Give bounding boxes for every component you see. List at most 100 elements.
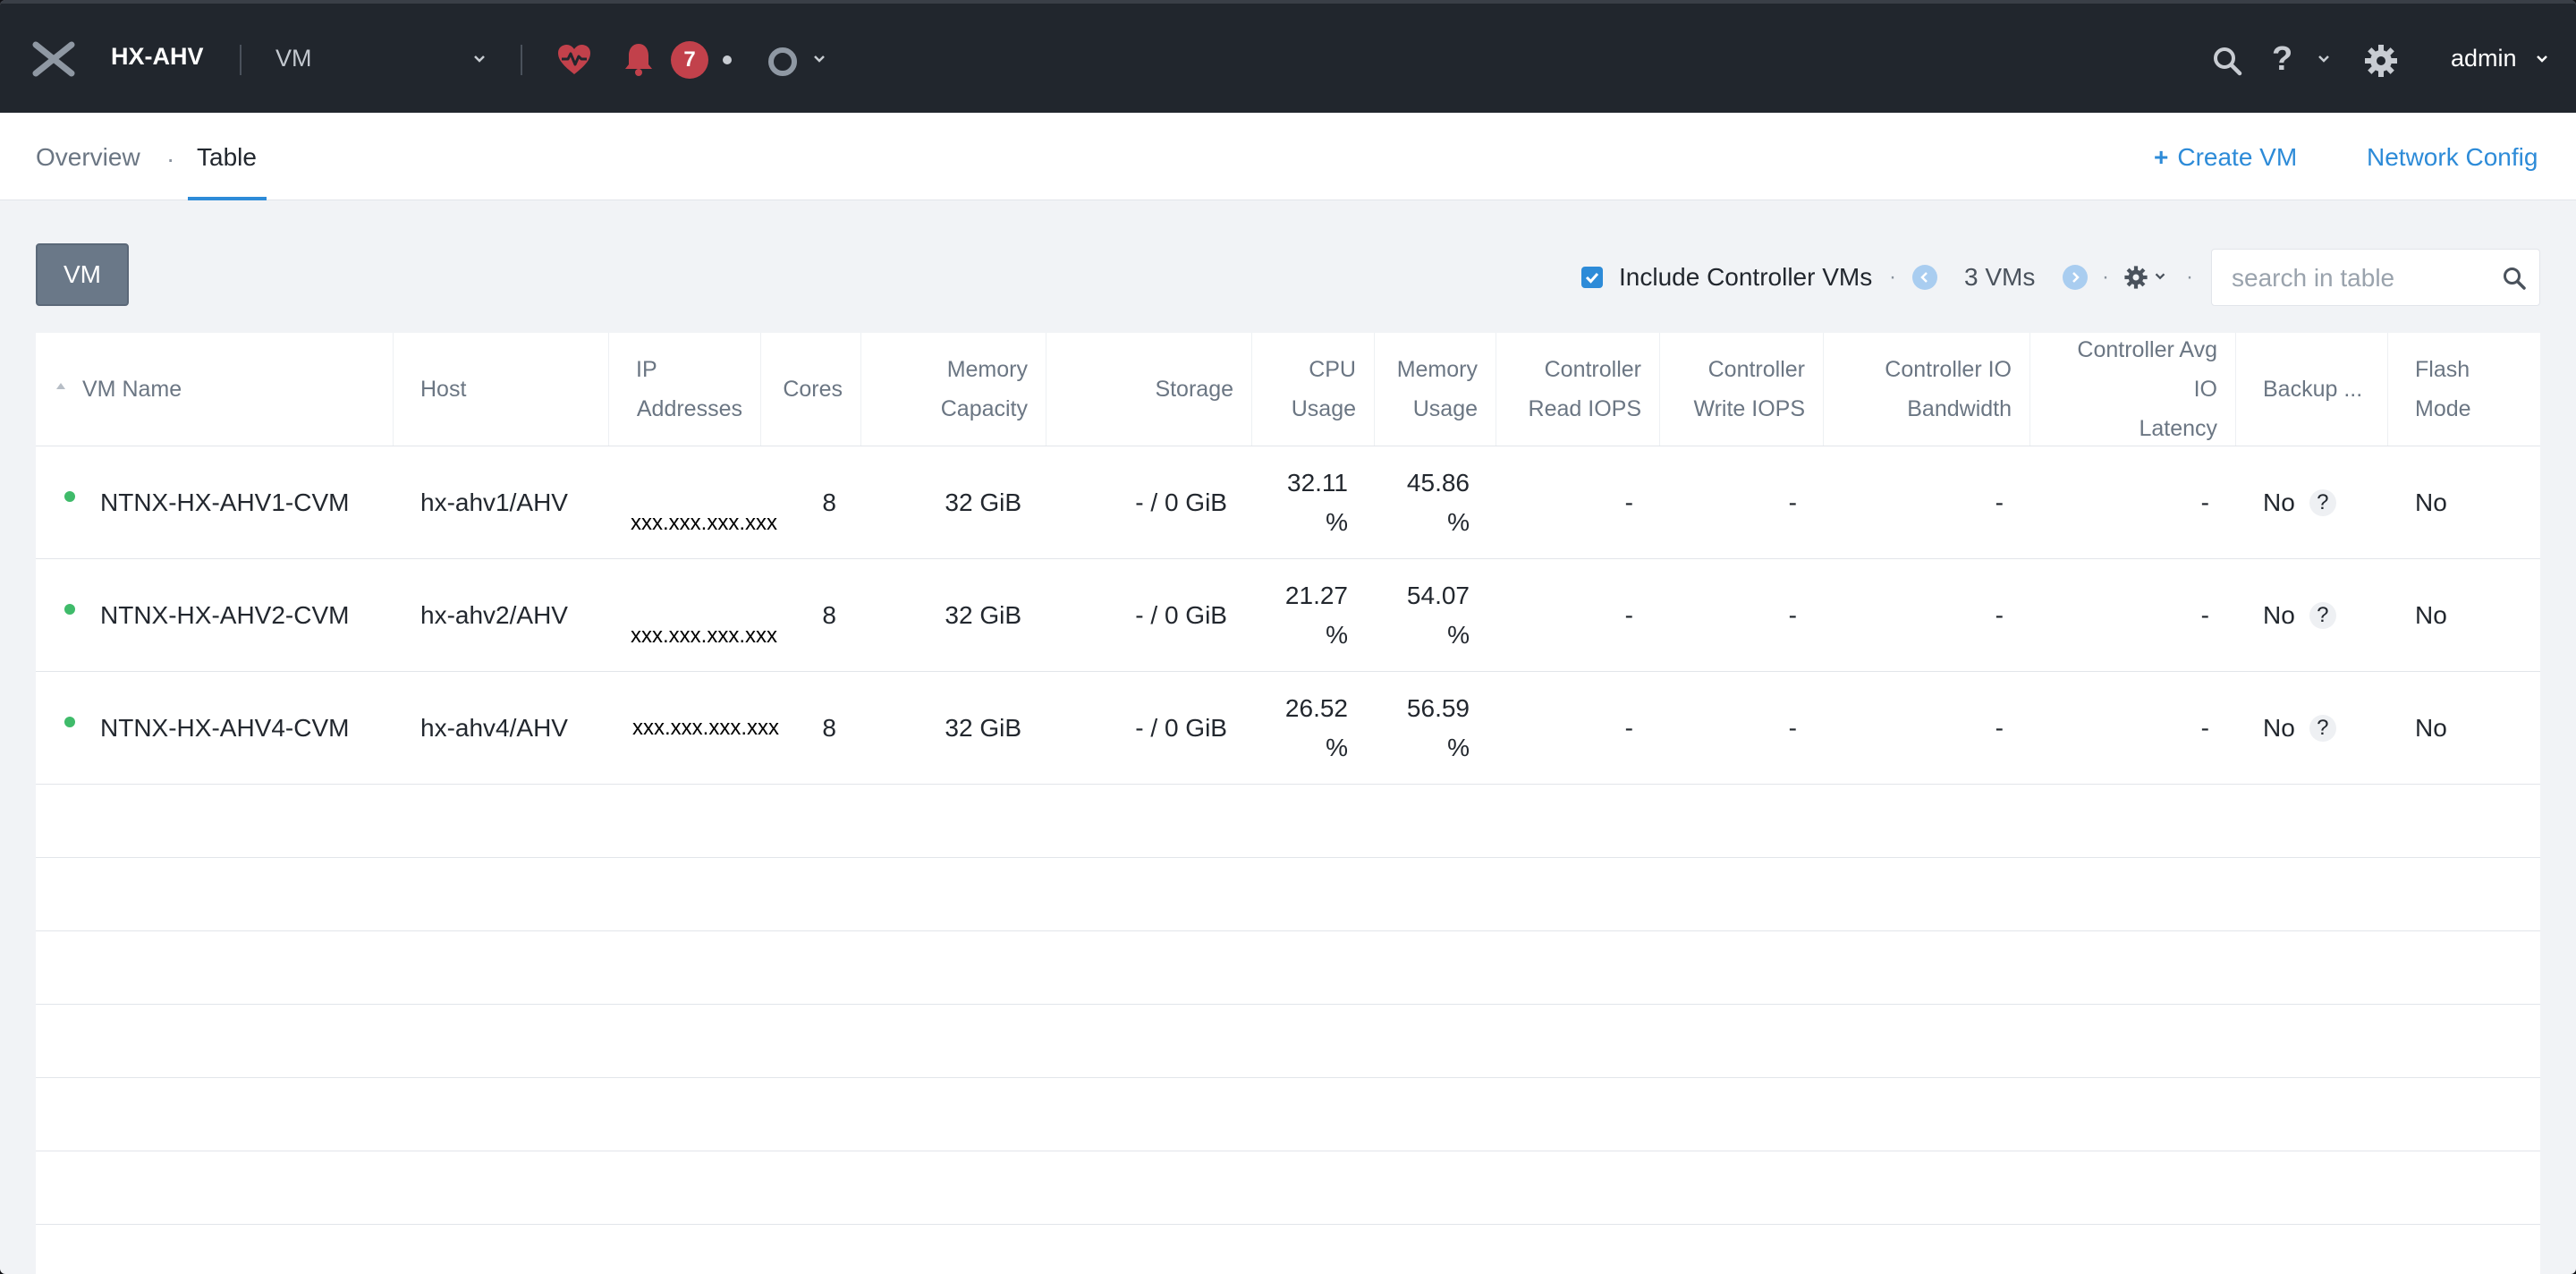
cpu-usage-cell: 32.11 % [1287, 469, 1348, 536]
cluster-name[interactable]: HX-AHV [111, 43, 204, 71]
vm-filter-button[interactable]: VM [36, 243, 129, 306]
flash-mode-cell: No [2415, 601, 2447, 629]
entity-selector[interactable]: VM [275, 45, 312, 72]
memory-usage-cell: 45.86 % [1406, 469, 1470, 536]
host-cell[interactable]: hx-ahv2/AHV [394, 559, 609, 672]
chevron-down-icon[interactable] [2315, 50, 2333, 68]
memory-usage-cell: 56.59 % [1406, 694, 1470, 761]
status-ok-icon [64, 604, 75, 615]
sort-ascending-icon[interactable] [55, 381, 66, 390]
column-header-cores[interactable]: Cores [761, 333, 861, 446]
vm-count: 3 VMs [1964, 263, 2036, 291]
controller-read-iops-cell: - [1624, 714, 1633, 742]
empty-table-row [36, 931, 2540, 1005]
toolbar-separator: · [2102, 265, 2109, 289]
table-row[interactable]: NTNX-HX-AHV4-CVM hx-ahv4/AHV xxx.xxx.xxx… [36, 672, 2540, 785]
column-header-controller-io-bandwidth[interactable]: Controller IO Bandwidth [1824, 333, 2030, 446]
nutanix-logo-icon[interactable] [32, 41, 75, 77]
chevron-right-icon [2072, 272, 2080, 283]
column-header-controller-read-iops[interactable]: Controller Read IOPS [1496, 333, 1660, 446]
health-heart-icon[interactable] [556, 43, 592, 77]
chevron-down-icon[interactable] [810, 50, 828, 68]
column-header-cpu-usage[interactable]: CPU Usage [1252, 333, 1375, 446]
create-vm-label: Create VM [2177, 143, 2298, 171]
status-ok-icon [64, 717, 75, 727]
empty-table-row [36, 785, 2540, 858]
help-question-icon[interactable]: ? [2309, 489, 2336, 516]
network-config-link[interactable]: Network Config [2367, 143, 2538, 172]
empty-table-row [36, 858, 2540, 931]
task-ring-icon[interactable] [767, 47, 798, 77]
toolbar-separator: · [1889, 265, 1896, 289]
memory-capacity-cell: 32 GiB [945, 601, 1021, 629]
help-icon[interactable]: ? [2272, 41, 2299, 77]
flash-mode-cell: No [2415, 714, 2447, 742]
table-row[interactable]: NTNX-HX-AHV2-CVM hx-ahv2/AHV xxx.xxx.xxx… [36, 559, 2540, 672]
search-icon[interactable] [2502, 266, 2527, 291]
include-controller-vms-checkbox[interactable] [1581, 267, 1603, 288]
tab-overview[interactable]: Overview [36, 143, 140, 172]
chevron-down-icon[interactable] [2152, 268, 2168, 285]
controller-write-iops-cell: - [1788, 488, 1797, 516]
table-search-box[interactable] [2211, 249, 2540, 306]
table-search-input[interactable] [2232, 262, 2491, 294]
include-controller-vms-label[interactable]: Include Controller VMs [1619, 263, 1872, 292]
vm-name-cell[interactable]: NTNX-HX-AHV1-CVM [82, 446, 394, 559]
column-header-vm-name[interactable]: VM Name [36, 333, 394, 446]
column-header-ip-addresses[interactable]: IP Addresses [609, 333, 761, 446]
status-dot [723, 55, 732, 64]
column-header-memory-usage[interactable]: Memory Usage [1375, 333, 1496, 446]
previous-page-button[interactable] [1912, 265, 1937, 290]
backup-cell: No ? [2236, 672, 2388, 785]
sub-header: Overview · Table + Create VM Network Conf… [0, 113, 2576, 200]
table-settings-gear-icon[interactable] [2123, 265, 2148, 290]
controller-read-iops-cell: - [1624, 488, 1633, 516]
chevron-down-icon[interactable] [2533, 50, 2551, 68]
host-cell[interactable]: hx-ahv4/AHV [394, 672, 609, 785]
host-cell[interactable]: hx-ahv1/AHV [394, 446, 609, 559]
memory-usage-cell: 54.07 % [1406, 582, 1470, 649]
storage-cell: - / 0 GiB [1135, 714, 1227, 742]
cores-cell: 8 [822, 714, 836, 742]
search-icon[interactable] [2211, 45, 2243, 77]
flash-mode-cell: No [2415, 488, 2447, 516]
create-vm-link[interactable]: + Create VM [2154, 143, 2297, 172]
vm-name-cell[interactable]: NTNX-HX-AHV4-CVM [82, 672, 394, 785]
column-header-storage[interactable]: Storage [1046, 333, 1252, 446]
cores-cell: 8 [822, 601, 836, 629]
help-question-icon[interactable]: ? [2309, 602, 2336, 629]
cpu-usage-cell: 21.27 % [1284, 582, 1348, 649]
cores-cell: 8 [822, 488, 836, 516]
alert-count-badge[interactable]: 7 [671, 41, 708, 79]
help-question-icon[interactable]: ? [2309, 715, 2336, 742]
vm-table: VM Name Host IP Addresses Cores Memory C… [36, 333, 2540, 1274]
bell-icon[interactable] [623, 41, 655, 77]
backup-cell: No ? [2236, 446, 2388, 559]
divider [521, 45, 522, 75]
column-header-controller-write-iops[interactable]: Controller Write IOPS [1660, 333, 1824, 446]
table-row[interactable]: NTNX-HX-AHV1-CVM hx-ahv1/AHV xxx.xxx.xxx… [36, 446, 2540, 559]
chevron-down-icon[interactable] [470, 50, 488, 68]
storage-cell: - / 0 GiB [1135, 601, 1227, 629]
column-header-controller-avg-io-latency[interactable]: Controller Avg IO Latency [2030, 333, 2236, 446]
next-page-button[interactable] [2063, 265, 2088, 290]
controller-io-bandwidth-cell: - [1995, 488, 2004, 516]
backup-cell: No ? [2236, 559, 2388, 672]
tab-separator: · [166, 145, 175, 173]
chevron-left-icon [1920, 272, 1928, 283]
empty-table-row [36, 1078, 2540, 1151]
user-menu[interactable]: admin [2451, 45, 2517, 72]
controller-read-iops-cell: - [1624, 601, 1633, 629]
vm-name-cell[interactable]: NTNX-HX-AHV2-CVM [82, 559, 394, 672]
column-header-memory-capacity[interactable]: Memory Capacity [861, 333, 1046, 446]
storage-cell: - / 0 GiB [1135, 488, 1227, 516]
controller-io-bandwidth-cell: - [1995, 601, 2004, 629]
app-window: HX-AHV VM 7 ? admin Overview · Table + C… [0, 0, 2576, 1274]
column-header-backup[interactable]: Backup ... [2236, 333, 2388, 446]
tab-table[interactable]: Table [197, 143, 257, 172]
column-header-host[interactable]: Host [394, 333, 609, 446]
column-header-flash-mode[interactable]: Flash Mode [2388, 333, 2540, 446]
controller-write-iops-cell: - [1788, 714, 1797, 742]
empty-table-row [36, 1005, 2540, 1078]
gear-icon[interactable] [2363, 43, 2399, 79]
